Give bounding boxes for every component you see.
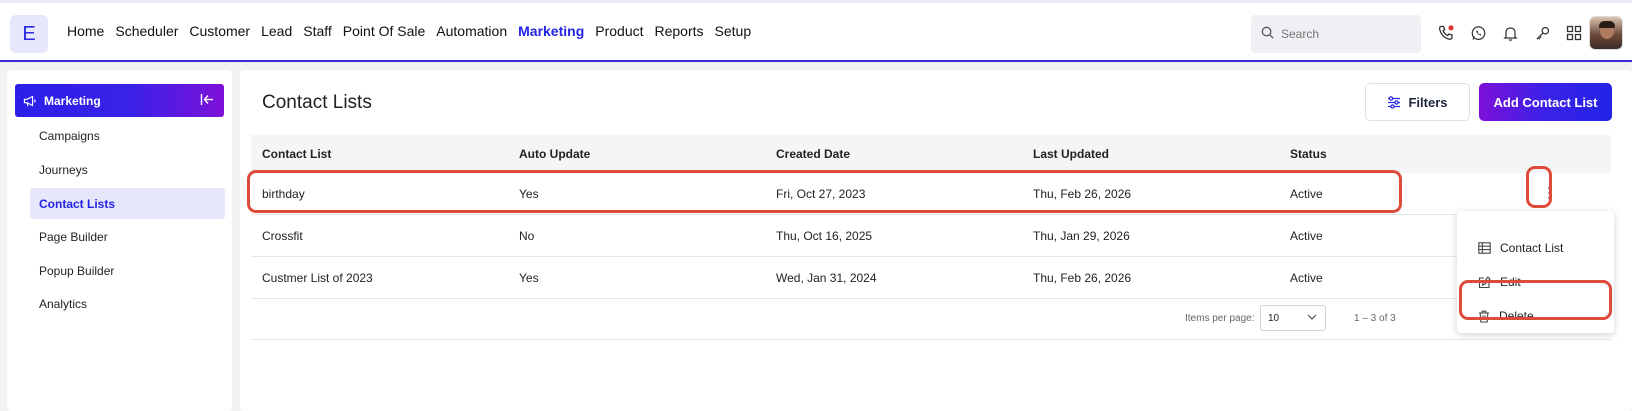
sidebar-item-campaigns[interactable]: Campaigns [30, 120, 225, 151]
cell-created-date: Fri, Oct 27, 2023 [776, 186, 866, 201]
table-icon [1478, 242, 1491, 254]
cell-last-updated: Thu, Jan 29, 2026 [1033, 228, 1130, 243]
cell-status: Active [1290, 228, 1323, 243]
cell-auto-update: No [519, 228, 535, 243]
nav-customer[interactable]: Customer [189, 23, 250, 39]
menu-label-contact-list: Contact List [1500, 241, 1564, 255]
table-row[interactable]: Custmer List of 2023 Yes Wed, Jan 31, 20… [251, 257, 1611, 299]
cell-last-updated: Thu, Feb 26, 2026 [1033, 186, 1132, 201]
header-last-updated[interactable]: Last Updated [1022, 147, 1279, 161]
nav-product[interactable]: Product [595, 23, 643, 39]
logo-letter: E [22, 22, 36, 45]
user-avatar[interactable] [1589, 16, 1623, 50]
avatar-hair [1599, 21, 1615, 28]
grid-icon[interactable] [1564, 23, 1584, 43]
sidebar-item-journeys[interactable]: Journeys [30, 154, 225, 185]
key-icon[interactable] [1532, 23, 1552, 43]
cell-status: Active [1290, 270, 1323, 285]
sidebar: Marketing Campaigns Journeys Contact Lis… [7, 70, 232, 411]
cell-last-updated: Thu, Feb 26, 2026 [1033, 270, 1132, 285]
menu-item-edit[interactable]: Edit [1457, 267, 1614, 297]
table-pagination: Items per page: 10 1 – 3 of 3 [251, 298, 1611, 340]
contact-lists-table: Contact List Auto Update Created Date La… [251, 135, 1611, 299]
search-input[interactable] [1281, 27, 1401, 41]
menu-item-contact-list[interactable]: Contact List [1457, 233, 1614, 263]
cell-created-date: Thu, Oct 16, 2025 [776, 228, 873, 243]
filters-button[interactable]: Filters [1365, 83, 1470, 121]
row-actions-menu: Contact List Edit Delete [1457, 211, 1614, 333]
nav-marketing[interactable]: Marketing [518, 23, 584, 39]
nav-reports[interactable]: Reports [655, 23, 704, 39]
main-nav: Home Scheduler Customer Lead Staff Point… [67, 23, 762, 39]
app-logo[interactable]: E [10, 15, 48, 53]
pagination-range: 1 – 3 of 3 [1354, 313, 1396, 324]
search-box[interactable] [1251, 15, 1421, 53]
nav-home[interactable]: Home [67, 23, 104, 39]
edit-icon [1478, 275, 1491, 289]
nav-automation[interactable]: Automation [436, 23, 507, 39]
trash-icon [1478, 310, 1490, 323]
filters-label: Filters [1408, 94, 1448, 110]
collapse-sidebar-icon[interactable] [200, 93, 214, 109]
sidebar-title: Marketing [44, 93, 101, 108]
sidebar-item-popup-builder[interactable]: Popup Builder [30, 255, 225, 286]
menu-item-delete[interactable]: Delete [1457, 301, 1614, 331]
chevron-down-icon [1307, 313, 1317, 324]
sidebar-item-analytics[interactable]: Analytics [30, 288, 225, 319]
filter-sliders-icon [1387, 95, 1401, 109]
table-row[interactable]: Crossfit No Thu, Oct 16, 2025 Thu, Jan 2… [251, 215, 1611, 257]
cell-auto-update: Yes [519, 186, 539, 201]
cell-contact-list: Crossfit [262, 228, 303, 243]
nav-scheduler[interactable]: Scheduler [115, 23, 178, 39]
megaphone-icon [23, 95, 37, 107]
add-contact-list-button[interactable]: Add Contact List [1479, 83, 1612, 121]
whatsapp-icon[interactable] [1468, 23, 1488, 43]
cell-contact-list: birthday [262, 186, 305, 201]
search-icon [1261, 26, 1274, 42]
table-header: Contact List Auto Update Created Date La… [251, 135, 1611, 173]
table-row[interactable]: birthday Yes Fri, Oct 27, 2023 Thu, Feb … [251, 173, 1611, 215]
items-per-page-value: 10 [1268, 312, 1280, 324]
top-navbar: E Home Scheduler Customer Lead Staff Poi… [0, 0, 1632, 62]
sidebar-item-contact-lists[interactable]: Contact Lists [30, 188, 225, 219]
menu-label-edit: Edit [1500, 275, 1521, 289]
sidebar-header: Marketing [15, 84, 224, 117]
bell-icon[interactable] [1500, 23, 1520, 43]
row-actions-kebab-icon[interactable] [1548, 186, 1552, 203]
nav-staff[interactable]: Staff [303, 23, 332, 39]
cell-contact-list: Custmer List of 2023 [262, 270, 373, 285]
header-contact-list[interactable]: Contact List [251, 147, 508, 161]
cell-auto-update: Yes [519, 270, 539, 285]
cell-status: Active [1290, 186, 1323, 201]
phone-icon[interactable] [1436, 23, 1456, 43]
sidebar-item-page-builder[interactable]: Page Builder [30, 221, 225, 252]
header-auto-update[interactable]: Auto Update [508, 147, 765, 161]
items-per-page-label: Items per page: [1185, 313, 1255, 324]
nav-lead[interactable]: Lead [261, 23, 292, 39]
nav-setup[interactable]: Setup [715, 23, 752, 39]
header-created-date[interactable]: Created Date [765, 147, 1022, 161]
items-per-page-select[interactable]: 10 [1260, 305, 1326, 331]
menu-label-delete: Delete [1499, 309, 1534, 323]
nav-point-of-sale[interactable]: Point Of Sale [343, 23, 426, 39]
top-icons [1436, 23, 1584, 43]
cell-created-date: Wed, Jan 31, 2024 [776, 270, 877, 285]
page-title: Contact Lists [262, 92, 372, 113]
header-status[interactable]: Status [1279, 147, 1479, 161]
main-panel: Contact Lists Filters Add Contact List C… [240, 70, 1632, 411]
